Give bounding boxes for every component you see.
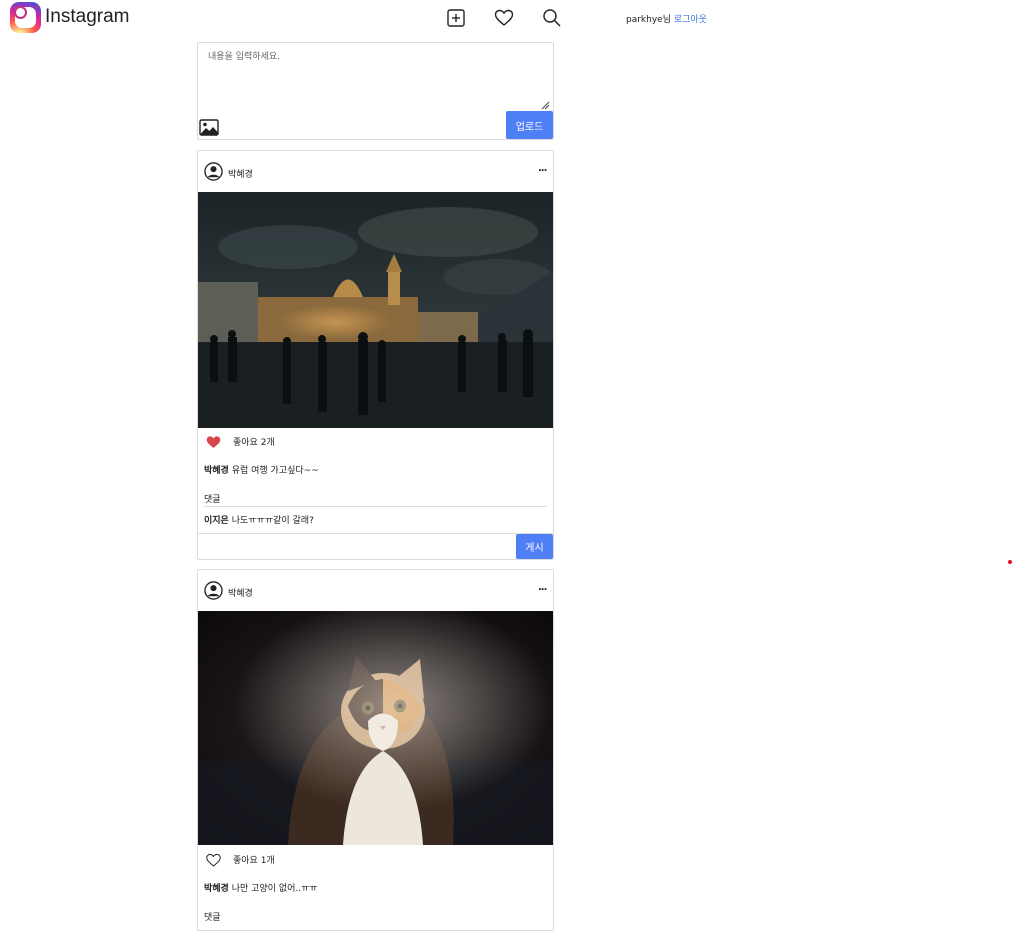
resize-grip-icon[interactable] — [540, 100, 550, 110]
user-name: parkhye — [626, 15, 663, 25]
post-comment-button[interactable]: 게시 — [516, 534, 553, 559]
user-avatar-icon[interactable] — [204, 162, 223, 181]
post-header: 박혜경 ... — [198, 570, 553, 610]
more-options-button[interactable]: ... — [538, 163, 547, 174]
upload-button[interactable]: 업로드 — [506, 111, 553, 139]
post-caption: 박혜경 나만 고양이 없어..ㅠㅠ — [204, 881, 318, 894]
liked-heart-icon[interactable] — [206, 435, 221, 449]
heart-icon[interactable] — [494, 8, 514, 28]
post-author[interactable]: 박혜경 — [228, 586, 253, 599]
heart-outline-icon[interactable] — [206, 853, 221, 867]
comment-author[interactable]: 이지은 — [204, 516, 229, 526]
top-navigation-bar: Instagram parkhye님 로그아웃 — [0, 0, 1014, 38]
likes-count: 좋아요 1개 — [233, 856, 275, 866]
user-avatar-icon[interactable] — [204, 581, 223, 600]
red-dot-marker — [1008, 560, 1012, 564]
comment-item: 이지은 나도ㅠㅠㅠ같이 갈래? — [204, 513, 314, 526]
likes-count: 좋아요 2개 — [233, 438, 275, 448]
caption-author[interactable]: 박혜경 — [204, 466, 229, 476]
user-suffix: 님 — [662, 15, 671, 25]
post-caption: 박혜경 유럽 여행 가고싶다~~ — [204, 463, 319, 476]
logout-link[interactable]: 로그아웃 — [674, 15, 707, 25]
logo-text[interactable]: Instagram — [45, 6, 129, 28]
more-options-button[interactable]: ... — [538, 582, 547, 593]
comment-text: 나도ㅠㅠㅠ같이 갈래? — [228, 516, 314, 526]
add-post-icon[interactable] — [446, 8, 466, 28]
image-upload-icon[interactable] — [199, 119, 219, 136]
caption-author[interactable]: 박혜경 — [204, 884, 229, 894]
post-author[interactable]: 박혜경 — [228, 167, 253, 180]
post-image-city-night[interactable] — [198, 192, 553, 428]
post-content-input[interactable] — [198, 43, 553, 109]
search-icon[interactable] — [542, 8, 562, 28]
post-image-cat[interactable] — [198, 611, 553, 845]
comment-label: 댓글 — [204, 913, 221, 923]
comment-divider — [204, 506, 547, 507]
caption-text: 유럽 여행 가고싶다~~ — [228, 466, 319, 476]
user-area: parkhye님 로그아웃 — [626, 12, 707, 25]
caption-text: 나만 고양이 없어..ㅠㅠ — [228, 884, 318, 894]
post-card: 박혜경 ... 좋아요 2개 박혜경 유럽 여행 가고싶다~~ 댓글 이지은 나… — [197, 150, 554, 560]
instagram-logo-icon[interactable] — [10, 2, 41, 33]
post-header: 박혜경 ... — [198, 151, 553, 191]
comment-input[interactable] — [198, 534, 514, 559]
post-card: 박혜경 ... 좋아요 1개 박혜경 나만 고양이 없어..ㅠㅠ 댓글 — [197, 569, 554, 931]
comment-label: 댓글 — [204, 495, 221, 505]
comment-input-bar: 게시 — [198, 533, 553, 559]
compose-box: 업로드 — [197, 42, 554, 140]
